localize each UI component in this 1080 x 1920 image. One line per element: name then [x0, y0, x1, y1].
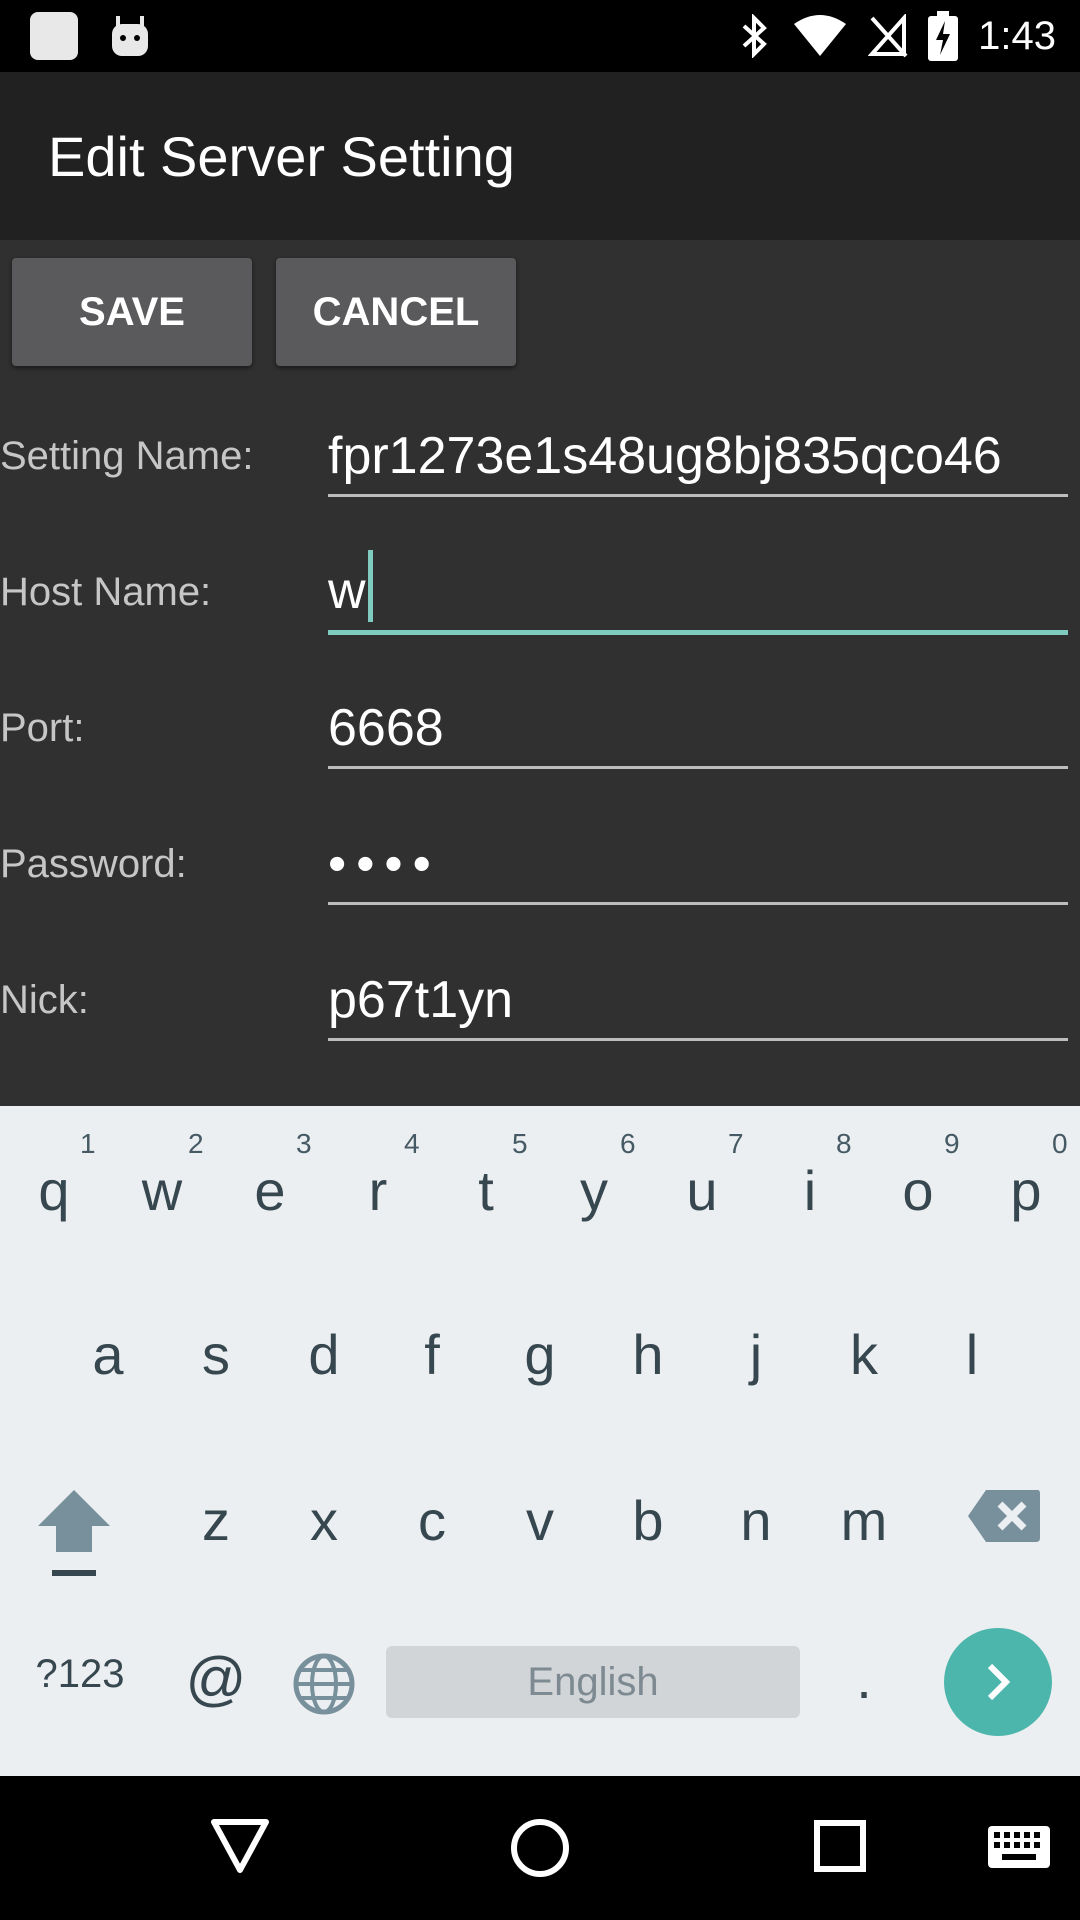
setting-name-label: Setting Name: — [0, 434, 254, 478]
soft-keyboard: 1 2 3 4 5 6 7 8 9 0 q w e r t y u i o p … — [0, 1106, 1080, 1776]
host-name-value: w — [328, 562, 366, 620]
key-n[interactable]: n — [716, 1488, 796, 1553]
keyboard-switch-icon[interactable] — [988, 1826, 1050, 1868]
android-notification-icon — [112, 16, 148, 56]
host-name-field[interactable]: w — [328, 550, 1068, 635]
globe-icon[interactable] — [292, 1652, 356, 1716]
key-hint: 1 — [80, 1128, 96, 1159]
navigation-bar — [0, 1776, 1080, 1920]
key-a[interactable]: a — [68, 1322, 148, 1387]
app-bar: Edit Server Setting — [0, 72, 1080, 240]
battery-charging-icon — [928, 11, 959, 61]
key-v[interactable]: v — [500, 1488, 580, 1553]
key-i[interactable]: i — [770, 1158, 850, 1223]
key-hint: 2 — [188, 1128, 204, 1159]
status-clock: 1:43 — [978, 13, 1056, 58]
bluetooth-icon — [742, 14, 768, 58]
port-value: 6668 — [328, 699, 444, 757]
port-label: Port: — [0, 706, 85, 750]
nick-value: p67t1yn — [328, 971, 514, 1029]
key-hint: 0 — [1052, 1128, 1068, 1159]
nick-field[interactable]: p67t1yn — [328, 958, 1068, 1041]
wifi-icon — [794, 15, 847, 56]
key-period[interactable]: . — [824, 1646, 904, 1711]
key-hint: 8 — [836, 1128, 852, 1159]
key-x[interactable]: x — [284, 1488, 364, 1553]
key-j[interactable]: j — [716, 1322, 796, 1387]
home-icon[interactable] — [510, 1818, 570, 1878]
status-bar: 1:43 — [0, 0, 1080, 72]
key-t[interactable]: t — [446, 1158, 526, 1223]
nick-label: Nick: — [0, 978, 89, 1022]
password-value: •••• — [328, 835, 441, 893]
key-f[interactable]: f — [392, 1322, 472, 1387]
key-g[interactable]: g — [500, 1322, 580, 1387]
key-q[interactable]: q — [14, 1158, 94, 1223]
back-icon[interactable] — [210, 1818, 270, 1874]
key-l[interactable]: l — [932, 1322, 1012, 1387]
key-c[interactable]: c — [392, 1488, 472, 1553]
symbols-key[interactable]: ?123 — [30, 1652, 130, 1697]
shift-icon[interactable] — [36, 1486, 112, 1582]
key-e[interactable]: e — [230, 1158, 310, 1223]
key-z[interactable]: z — [176, 1488, 256, 1553]
key-p[interactable]: p — [986, 1158, 1066, 1223]
chevron-right-icon — [987, 1663, 1011, 1701]
key-u[interactable]: u — [662, 1158, 742, 1223]
key-y[interactable]: y — [554, 1158, 634, 1223]
backspace-icon[interactable] — [966, 1488, 1042, 1544]
port-field[interactable]: 6668 — [328, 686, 1068, 769]
key-hint: 3 — [296, 1128, 312, 1159]
key-m[interactable]: m — [824, 1488, 904, 1553]
key-w[interactable]: w — [122, 1158, 202, 1223]
key-r[interactable]: r — [338, 1158, 418, 1223]
key-o[interactable]: o — [878, 1158, 958, 1223]
host-name-input-wrap: w — [328, 550, 373, 622]
recents-icon[interactable] — [814, 1820, 866, 1872]
host-name-label: Host Name: — [0, 570, 212, 614]
go-button[interactable] — [944, 1628, 1052, 1736]
password-label: Password: — [0, 842, 187, 886]
key-hint: 9 — [944, 1128, 960, 1159]
key-at[interactable]: @ — [176, 1644, 256, 1713]
text-cursor — [367, 550, 373, 622]
setting-name-value: fpr1273e1s48ug8bj835qco46 — [328, 427, 1002, 485]
setting-name-field[interactable]: fpr1273e1s48ug8bj835qco46 — [328, 414, 1068, 497]
key-h[interactable]: h — [608, 1322, 688, 1387]
space-bar[interactable]: English — [386, 1646, 800, 1718]
key-hint: 5 — [512, 1128, 528, 1159]
notification-app-icon — [30, 12, 78, 60]
no-sim-icon — [868, 14, 908, 58]
page-title: Edit Server Setting — [48, 125, 515, 188]
key-hint: 6 — [620, 1128, 636, 1159]
key-hint: 4 — [404, 1128, 420, 1159]
key-s[interactable]: s — [176, 1322, 256, 1387]
password-field[interactable]: •••• — [328, 822, 1068, 905]
save-button[interactable]: SAVE — [12, 258, 252, 366]
key-b[interactable]: b — [608, 1488, 688, 1553]
key-k[interactable]: k — [824, 1322, 904, 1387]
key-d[interactable]: d — [284, 1322, 364, 1387]
cancel-button[interactable]: CANCEL — [276, 258, 516, 366]
key-hint: 7 — [728, 1128, 744, 1159]
